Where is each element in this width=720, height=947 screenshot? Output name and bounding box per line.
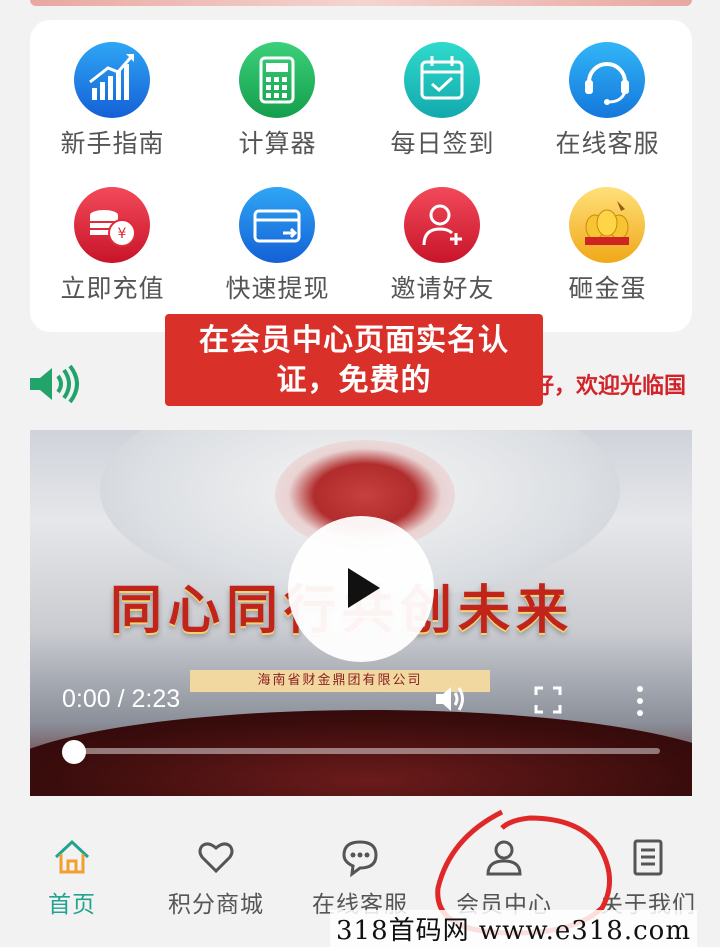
- growth-chart-icon: [74, 42, 150, 118]
- notice-marquee-text: 好，欢迎光临国: [532, 374, 687, 399]
- video-progress-track[interactable]: [74, 748, 660, 754]
- chat-bubble-icon: [342, 840, 378, 877]
- heart-icon: [198, 842, 234, 874]
- menu-item-label: 每日签到: [390, 129, 495, 158]
- document-icon: [633, 839, 663, 876]
- menu-item-label: 邀请好友: [390, 274, 495, 303]
- tab-label: 积分商城: [168, 892, 264, 918]
- tooltip-line-1: 在会员中心页面实名认: [199, 323, 509, 358]
- calendar-check-icon: [404, 42, 480, 118]
- video-progress-knob[interactable]: [62, 740, 86, 764]
- coins-icon: ¥: [74, 187, 150, 263]
- video-time: 0:00 / 2:23: [62, 685, 181, 713]
- tab-online-support[interactable]: 在线客服: [288, 815, 432, 925]
- svg-text:¥: ¥: [118, 226, 127, 242]
- play-icon: [348, 568, 380, 608]
- golden-egg-icon: [569, 187, 645, 263]
- menu-item-golden-egg[interactable]: 砸金蛋: [525, 165, 690, 305]
- tab-home[interactable]: 首页: [0, 815, 144, 925]
- watermark-text: 318首码网 www.e318.com: [330, 910, 697, 947]
- volume-icon[interactable]: [434, 682, 468, 716]
- card-withdraw-icon: [239, 187, 315, 263]
- menu-item-label: 新手指南: [60, 129, 165, 158]
- tooltip-line-2: 证，免费的: [276, 363, 432, 398]
- top-banner-edge: [30, 0, 692, 6]
- speaker-icon: [30, 364, 79, 404]
- tab-points-mall[interactable]: 积分商城: [144, 815, 288, 925]
- menu-item-label: 快速提现: [225, 274, 330, 303]
- add-user-icon: [404, 187, 480, 263]
- more-options-icon[interactable]: [630, 684, 650, 718]
- menu-item-label: 在线客服: [555, 129, 660, 158]
- video-player[interactable]: 同心同行共创未来 海南省财金鼎团有限公司 0:00 / 2:23: [30, 430, 692, 796]
- calculator-icon: [239, 42, 315, 118]
- headset-icon: [569, 42, 645, 118]
- tooltip-annotation: 在会员中心页面实名认 证，免费的: [165, 314, 543, 406]
- home-icon: [54, 839, 90, 874]
- menu-item-label: 砸金蛋: [568, 274, 647, 303]
- quick-menu-card: 新手指南 计算器 每日签到 在线客服 ¥ 立即充值 快速提现 邀请好友 砸金蛋: [30, 20, 692, 332]
- play-button[interactable]: [288, 516, 434, 662]
- menu-item-recharge[interactable]: ¥ 立即充值: [30, 165, 195, 305]
- menu-item-calculator[interactable]: 计算器: [195, 20, 360, 160]
- menu-item-support[interactable]: 在线客服: [525, 20, 690, 160]
- fullscreen-icon[interactable]: [534, 686, 562, 714]
- menu-item-guide[interactable]: 新手指南: [30, 20, 195, 160]
- menu-item-checkin[interactable]: 每日签到: [360, 20, 525, 160]
- tab-label: 首页: [48, 892, 96, 918]
- menu-item-invite[interactable]: 邀请好友: [360, 165, 525, 305]
- menu-item-label: 计算器: [238, 129, 317, 158]
- menu-item-withdraw[interactable]: 快速提现: [195, 165, 360, 305]
- menu-item-label: 立即充值: [60, 274, 165, 303]
